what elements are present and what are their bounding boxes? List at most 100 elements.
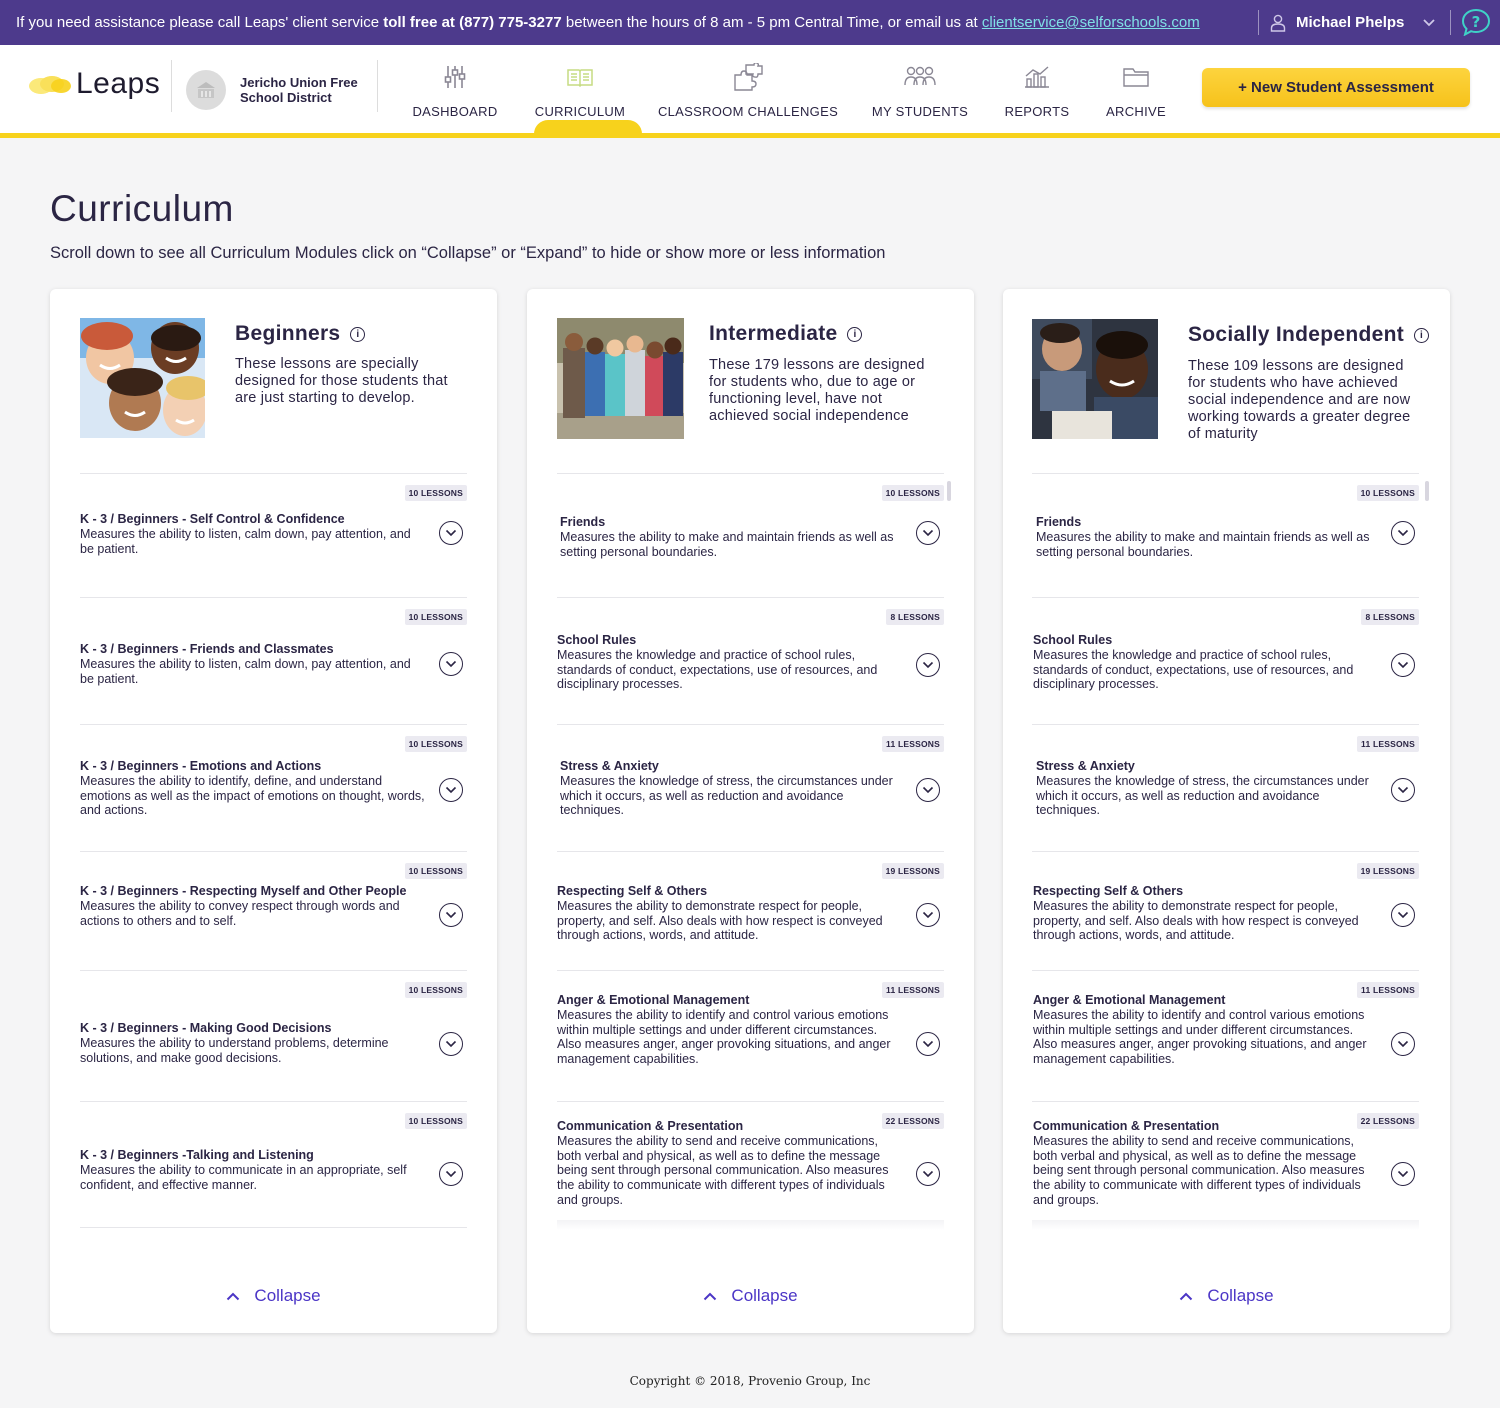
module-item[interactable]: 19 LESSONS Respecting Self & Others Measu…: [557, 851, 944, 970]
info-icon[interactable]: i: [1414, 327, 1430, 343]
support-email-link[interactable]: clientservice@selforschools.com: [982, 14, 1200, 31]
module-item[interactable]: 10 LESSONS Friends Measures the ability t…: [557, 473, 944, 597]
active-nav-indicator: [534, 120, 642, 134]
expand-button[interactable]: [1391, 521, 1415, 545]
module-title: Respecting Self & Others: [1033, 884, 1184, 898]
expand-button[interactable]: [439, 1032, 463, 1056]
assistance-text: If you need assistance please call Leaps…: [16, 14, 384, 31]
nav-label: DASHBOARD: [412, 104, 498, 119]
expand-button[interactable]: [916, 653, 940, 677]
module-description: Measures the ability to demonstrate resp…: [1033, 898, 1359, 943]
module-title: Communication & Presentation: [1033, 1119, 1220, 1133]
open-book-icon: [567, 69, 593, 87]
module-item[interactable]: 10 LESSONS K - 3 / Beginners - Friends a…: [80, 597, 467, 724]
expand-button[interactable]: [916, 521, 940, 545]
module-item[interactable]: 10 LESSONS K - 3 / Beginners - Self Cont…: [80, 473, 467, 597]
expand-button[interactable]: [916, 1162, 940, 1186]
module-item[interactable]: 11 LESSONS Stress & Anxiety Measures the …: [1032, 724, 1419, 851]
collapse-button[interactable]: Collapse: [50, 1286, 497, 1306]
leaps-logo[interactable]: Leaps: [28, 67, 160, 101]
module-item[interactable]: 10 LESSONS K - 3 / Beginners - Emotions …: [80, 724, 467, 851]
scroll-fade: [557, 1220, 944, 1230]
copyright-footer: Copyright © 2018, Provenio Group, Inc: [629, 1374, 871, 1388]
nav-dashboard[interactable]: DASHBOARD: [400, 45, 510, 133]
expand-button[interactable]: [439, 903, 463, 927]
expand-button[interactable]: [1391, 653, 1415, 677]
new-student-assessment-button[interactable]: + New Student Assessment: [1202, 68, 1470, 107]
help-icon[interactable]: ?: [1461, 8, 1491, 36]
card-title: Socially Independent i: [1188, 323, 1430, 347]
curriculum-card-socially-independent: Socially Independent i These 109 lessons …: [1003, 289, 1450, 1333]
puzzle-icon: [734, 63, 763, 91]
module-item[interactable]: 10 LESSONS K - 3 / Beginners -Talking an…: [80, 1101, 467, 1228]
nav-reports[interactable]: REPORTS: [1000, 45, 1074, 133]
expand-button[interactable]: [439, 652, 463, 676]
module-item[interactable]: 11 LESSONS Anger & Emotional Management M…: [557, 970, 944, 1101]
expand-button[interactable]: [1391, 1162, 1415, 1186]
scroll-fade: [1032, 1220, 1419, 1230]
lesson-count-badge: 19 LESSONS: [1356, 863, 1419, 879]
info-icon[interactable]: i: [847, 326, 863, 342]
module-item[interactable]: 8 LESSONS School Rules Measures the knowl…: [1032, 597, 1419, 724]
collapse-button[interactable]: Collapse: [1003, 1286, 1450, 1306]
chevron-down-icon: [1397, 911, 1409, 919]
module-title: Stress & Anxiety: [1036, 759, 1135, 773]
lesson-count-badge: 19 LESSONS: [881, 863, 944, 879]
nav-label: MY STUDENTS: [871, 104, 969, 119]
module-item[interactable]: 10 LESSONS K - 3 / Beginners - Respectin…: [80, 851, 467, 970]
module-item[interactable]: 10 LESSONS K - 3 / Beginners - Making Go…: [80, 970, 467, 1101]
lesson-count-badge: 11 LESSONS: [1357, 736, 1419, 752]
chevron-down-icon: [445, 660, 457, 668]
module-item[interactable]: 11 LESSONS Anger & Emotional Management M…: [1032, 970, 1419, 1101]
lesson-count-badge: 8 LESSONS: [886, 609, 944, 625]
expand-button[interactable]: [1391, 903, 1415, 927]
module-item[interactable]: 8 LESSONS School Rules Measures the knowl…: [557, 597, 944, 724]
lesson-count-badge: 11 LESSONS: [882, 736, 944, 752]
module-item[interactable]: 10 LESSONS Friends Measures the ability t…: [1032, 473, 1419, 597]
info-icon[interactable]: i: [350, 326, 366, 342]
expand-button[interactable]: [916, 903, 940, 927]
expand-button[interactable]: [439, 521, 463, 545]
card-title: Intermediate i: [709, 322, 863, 346]
divider: [377, 60, 378, 112]
module-title: School Rules: [557, 633, 637, 647]
module-title: Stress & Anxiety: [560, 759, 659, 773]
module-description: Measures the ability to identify and con…: [1033, 1007, 1367, 1067]
module-item[interactable]: 19 LESSONS Respecting Self & Others Measu…: [1032, 851, 1419, 970]
expand-button[interactable]: [439, 778, 463, 802]
nav-label: REPORTS: [1004, 104, 1070, 119]
divider: [171, 60, 172, 112]
nav-my-students[interactable]: MY STUDENTS: [866, 45, 974, 133]
scrollbar-thumb[interactable]: [947, 481, 951, 501]
module-title: K - 3 / Beginners - Making Good Decision…: [80, 1021, 332, 1035]
card-title-text: Beginners: [235, 322, 341, 345]
expand-button[interactable]: [916, 778, 940, 802]
chevron-down-icon: [445, 911, 457, 919]
user-icon: [1270, 14, 1286, 32]
chevron-down-icon: [922, 1040, 934, 1048]
module-item[interactable]: 11 LESSONS Stress & Anxiety Measures the …: [557, 724, 944, 851]
expand-button[interactable]: [1391, 778, 1415, 802]
module-description: Measures the ability to send and receive…: [557, 1133, 889, 1207]
module-title: K - 3 / Beginners - Respecting Myself an…: [80, 884, 407, 898]
lesson-count-badge: 10 LESSONS: [404, 1113, 467, 1129]
module-description: Measures the ability to understand probl…: [80, 1035, 389, 1065]
nav-classroom-challenges[interactable]: CLASSROOM CHALLENGES: [657, 45, 839, 133]
lesson-count-badge: 10 LESSONS: [881, 485, 944, 501]
module-item[interactable]: 22 LESSONS Communication & Presentation M…: [557, 1101, 944, 1228]
collapse-button[interactable]: Collapse: [527, 1286, 974, 1306]
module-description: Measures the ability to make and maintai…: [560, 529, 894, 559]
chevron-down-icon: [1397, 1170, 1409, 1178]
chevron-down-icon: [445, 786, 457, 794]
expand-button[interactable]: [916, 1032, 940, 1056]
scrollbar-thumb[interactable]: [1425, 481, 1429, 501]
nav-archive[interactable]: ARCHIVE: [1100, 45, 1172, 133]
expand-button[interactable]: [439, 1162, 463, 1186]
module-item[interactable]: 22 LESSONS Communication & Presentation M…: [1032, 1101, 1419, 1228]
lesson-count-badge: 10 LESSONS: [404, 609, 467, 625]
user-menu[interactable]: Michael Phelps: [1270, 0, 1436, 45]
card-description: These 109 lessons are designed for stude…: [1188, 358, 1411, 442]
chevron-down-icon: [445, 1040, 457, 1048]
chevron-down-icon: [445, 529, 457, 537]
expand-button[interactable]: [1391, 1032, 1415, 1056]
